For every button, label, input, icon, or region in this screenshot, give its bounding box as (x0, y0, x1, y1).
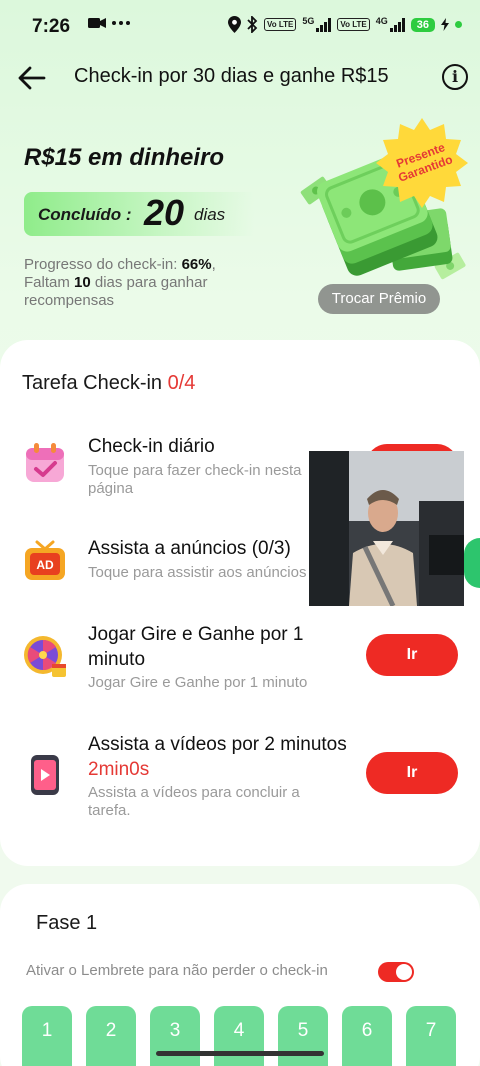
task-count: 0/4 (167, 372, 196, 394)
task-name: Assista a anúncios (0/3) (88, 538, 291, 559)
task-title-label: Tarefa Check-in (22, 372, 163, 394)
day-item[interactable]: 2 (86, 1006, 136, 1066)
task-card-title: Tarefa Check-in 0/4 (22, 372, 195, 395)
network-2-label: 4G (375, 15, 388, 26)
location-icon (227, 16, 241, 33)
task-timer: 2min0s (88, 759, 150, 780)
signal-bars-2-icon (389, 17, 405, 32)
progress-percent: 66% (181, 256, 212, 273)
reminder-toggle[interactable] (378, 962, 414, 982)
reward-title: R$15 em dinheiro (24, 144, 225, 171)
task-name-text: Assista a vídeos por 2 minutos (88, 734, 347, 755)
day-item[interactable]: 5 (278, 1006, 328, 1066)
more-dots-icon (112, 21, 130, 25)
home-indicator[interactable] (156, 1051, 324, 1056)
task-go-button[interactable]: Ir (366, 752, 458, 794)
task-desc: Jogar Gire e Ganhe por 1 minuto (88, 674, 308, 691)
reminder-label: Ativar o Lembrete para não perder o chec… (26, 962, 328, 979)
floating-video-player[interactable] (309, 451, 464, 606)
task-name: Assista a vídeos por 2 minutos 2min0s (88, 732, 348, 782)
app-header: Check-in por 30 dias e ganhe R$15 i (0, 56, 480, 100)
status-bar: 7:26 Vo LTE 5G Vo LTE 4G 36 (0, 0, 480, 56)
trade-prize-button[interactable]: Trocar Prêmio (318, 284, 440, 314)
completed-days-pill: Concluído : 20 dias (24, 192, 254, 236)
toggle-knob (396, 964, 412, 980)
completed-days-unit: dias (194, 205, 226, 224)
phase-title: Fase 1 (36, 912, 98, 934)
guaranteed-gift-badge: Presente Garantido (374, 116, 470, 212)
network-1-label: 5G (302, 15, 315, 26)
volte-chip-2: Vo LTE (337, 18, 370, 31)
remaining-days: 10 (74, 274, 91, 291)
status-left-icons (88, 17, 130, 29)
svg-text:AD: AD (36, 558, 54, 572)
day-item[interactable]: 7 (406, 1006, 456, 1066)
day-item[interactable]: 4 (214, 1006, 264, 1066)
day-item[interactable]: 1 (22, 1006, 72, 1066)
back-arrow-icon[interactable] (16, 62, 48, 94)
signal-bars-1-icon (316, 17, 332, 32)
volte-chip-1: Vo LTE (263, 18, 297, 31)
battery-indicator: 36 (410, 17, 435, 32)
status-right-icons: Vo LTE 5G Vo LTE 4G 36 (227, 15, 462, 33)
task-name: Jogar Gire e Ganhe por 1 minuto (88, 624, 304, 670)
bluetooth-icon (247, 16, 258, 33)
camera-icon (88, 18, 106, 28)
day-item[interactable]: 3 (150, 1006, 200, 1066)
status-time: 7:26 (32, 16, 71, 37)
progress-summary: Progresso do check-in: 66%, Faltam 10 di… (24, 256, 216, 309)
video-frame-image (309, 451, 464, 606)
remaining-prefix: Faltam (24, 274, 70, 291)
day-item[interactable]: 6 (342, 1006, 392, 1066)
prize-wheel-icon (24, 636, 66, 677)
task-desc: Toque para fazer check-in nesta página (88, 462, 302, 497)
edge-side-tab[interactable] (464, 538, 480, 588)
task-desc: Assista a vídeos para concluir a tarefa. (88, 784, 300, 819)
task-go-button[interactable]: Ir (366, 634, 458, 676)
calendar-check-icon (26, 443, 64, 482)
notification-dot (455, 21, 462, 28)
progress-prefix: Progresso do check-in: (24, 256, 178, 273)
page-title: Check-in por 30 dias e ganhe R$15 (74, 65, 389, 87)
completed-label: Concluído : (38, 205, 132, 224)
phase-card: Fase 1 Ativar o Lembrete para não perder… (0, 884, 480, 1066)
task-desc: Toque para assistir aos anúncios (88, 564, 307, 581)
day-list: 1 2 3 4 5 6 7 (22, 1006, 456, 1066)
ad-tv-icon: AD (25, 540, 65, 580)
info-icon[interactable]: i (442, 64, 468, 90)
task-name: Check-in diário (88, 436, 215, 457)
charging-icon (441, 18, 449, 31)
video-phone-icon (31, 755, 59, 795)
completed-days-value: 20 (144, 192, 185, 233)
